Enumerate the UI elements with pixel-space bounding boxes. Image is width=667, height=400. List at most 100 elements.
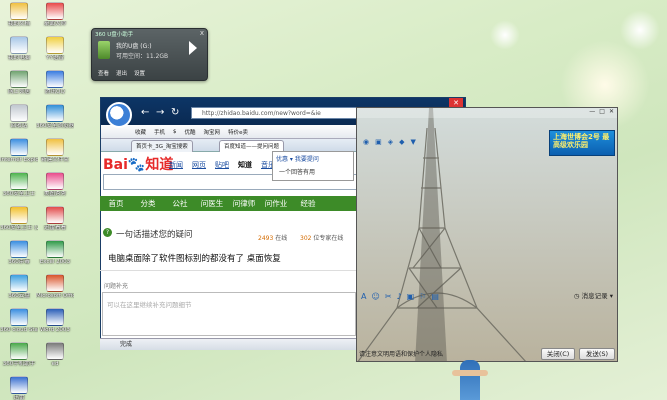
flag-icon[interactable]: ⚐	[419, 292, 426, 301]
dropdown-sub[interactable]: 一个回答有用	[273, 165, 353, 178]
image-icon[interactable]: ▣	[407, 292, 415, 301]
more-icon[interactable]: ▤	[431, 292, 439, 301]
disk-name: 我的U盘 (G:)	[116, 43, 152, 50]
desktop-icon[interactable]: 网上邻居	[0, 70, 38, 95]
desktop-icon[interactable]: 360安全卫士	[0, 172, 38, 197]
toolbar-icon[interactable]: ◈	[388, 138, 393, 146]
desktop-icon[interactable]: 360安全浏览器	[36, 104, 74, 129]
widget-exit-button[interactable]: 退出	[116, 69, 127, 77]
screenshot-icon[interactable]: ✂	[385, 292, 392, 301]
back-icon[interactable]: ←	[141, 107, 149, 118]
maximize-icon[interactable]: □	[599, 108, 605, 115]
nav-news[interactable]: 新闻	[169, 160, 183, 170]
minimize-icon[interactable]: —	[589, 108, 595, 115]
nav-community[interactable]: 公社	[164, 198, 196, 209]
desktop-icon[interactable]: Word 2003	[36, 308, 74, 333]
desktop-icon[interactable]: 桌面大师	[36, 2, 74, 27]
background-glow	[490, 20, 520, 50]
nav-home[interactable]: 首页	[100, 198, 132, 209]
question-icon: ?	[103, 228, 112, 237]
eject-arrow-icon[interactable]	[189, 41, 197, 55]
desktop-icon[interactable]: ed	[36, 342, 74, 367]
ad-banner[interactable]: 上海世博会2号 最高级欢乐园	[549, 130, 615, 156]
desktop-icon[interactable]: 360 cloud Start	[0, 308, 38, 333]
nav-zhidao[interactable]: 知道	[238, 160, 252, 170]
url-text: http://zhidao.baidu.com/new?word=&ie	[202, 110, 321, 117]
favorites-item[interactable]: 手机	[154, 128, 165, 136]
desktop-icon[interactable]: 腾讯QQ	[36, 70, 74, 95]
desktop-icon[interactable]: Excel 2003	[36, 240, 74, 265]
nav-homework[interactable]: 问作业	[260, 198, 292, 209]
browser-logo-icon[interactable]	[106, 102, 132, 128]
widget-view-button[interactable]: 查看	[98, 69, 109, 77]
desktop-icon-label: 腾讯QQ	[45, 89, 65, 95]
emoji-icon[interactable]: ☺	[371, 292, 379, 301]
supplement-textarea[interactable]: 可以在这里继续补充问题细节	[102, 292, 356, 336]
nav-category[interactable]: 分类	[132, 198, 164, 209]
message-record-label: 消息记录	[581, 292, 608, 300]
send-button[interactable]: 发送(S)	[579, 348, 615, 360]
nav-web[interactable]: 网页	[192, 160, 206, 170]
desktop-icon[interactable]: 我的电脑	[0, 36, 38, 61]
word-icon	[46, 308, 64, 326]
dropdown-main-label: 我要提问	[294, 156, 319, 163]
desktop-icon[interactable]: 美图秀秀	[36, 172, 74, 197]
wallpaper-figure	[452, 360, 488, 400]
desktop-icon[interactable]: 360杀毒	[0, 240, 38, 265]
desktop-icon[interactable]: 360云盘	[0, 274, 38, 299]
yy-icon	[46, 36, 64, 54]
desktop-icon-label: 360 cloud Start	[0, 327, 38, 333]
message-record-button[interactable]: ◷ 消息记录 ▾	[574, 290, 613, 300]
desktop-icon[interactable]: 360手机助手	[0, 342, 38, 367]
desktop-icon[interactable]: YY语音	[36, 36, 74, 61]
dropdown-main[interactable]: 优惠 ▾ 我要提问	[273, 152, 353, 165]
music-icon[interactable]: ♪	[397, 292, 402, 301]
usb-helper-widget[interactable]: 360 U盘小助手 x 我的U盘 (G:) 可用空间：11.2GB 查看 退出 …	[91, 28, 208, 81]
refresh-icon[interactable]: ↻	[171, 107, 179, 118]
expert-count: 302 位专家在线	[300, 233, 343, 242]
nav-tieba[interactable]: 贴吧	[215, 160, 229, 170]
toolbar-icon[interactable]: ◆	[399, 138, 404, 146]
toolbar-icon[interactable]: ▣	[375, 138, 382, 146]
desktop-icon[interactable]: 新建文件夹	[36, 138, 74, 163]
powerpoint-icon	[46, 274, 64, 292]
toolbar-icon[interactable]: ▼	[411, 138, 416, 146]
desktop-icon[interactable]: 迅雷	[0, 376, 38, 400]
desktop-icon-label: 360安全卫士 (2)	[0, 225, 38, 231]
font-icon[interactable]: A	[361, 292, 366, 301]
nav-ask-doctor[interactable]: 问医生	[196, 198, 228, 209]
desktop-icon-label: 360安全卫士	[2, 191, 36, 197]
phone-icon	[10, 342, 28, 360]
ie-icon	[10, 138, 28, 156]
desktop-icon-label: Microsoft Office Po...	[36, 293, 74, 299]
desktop-icon-label: 美图秀秀	[43, 191, 66, 197]
online-number: 2493	[258, 235, 274, 242]
close-button[interactable]: 关闭(C)	[541, 348, 575, 360]
widget-settings-button[interactable]: 设置	[134, 69, 145, 77]
desktop-icon-label: 新建文件夹	[41, 157, 69, 163]
desktop-icon[interactable]: 360安全卫士 (2)	[0, 206, 38, 231]
shield-icon	[10, 172, 28, 190]
tab-taobao[interactable]: 首页卡_3G_淘宝搜索	[131, 140, 193, 152]
favorites-item[interactable]: 特价e卖	[228, 128, 248, 136]
desktop-icon-label: Word 2003	[40, 327, 70, 333]
nav-ask-lawyer[interactable]: 问律师	[228, 198, 260, 209]
dropdown-popup[interactable]: 优惠 ▾ 我要提问 一个回答有用	[272, 151, 354, 181]
toolbar-icon[interactable]: ◉	[363, 138, 369, 146]
favorites-item[interactable]: 收藏	[135, 128, 146, 136]
desktop-icon[interactable]: 迅雷看看	[36, 206, 74, 231]
desktop-icon[interactable]: Internet Explorer	[0, 138, 38, 163]
close-icon[interactable]: ✕	[609, 108, 614, 115]
desktop-icon[interactable]: 我的文档	[0, 2, 38, 27]
forward-icon[interactable]: →	[156, 107, 164, 118]
desktop-icon[interactable]: 回收站	[0, 104, 38, 129]
favorites-item[interactable]: $	[173, 129, 177, 135]
expert-label: 位专家在线	[313, 235, 344, 242]
question-title-input[interactable]: 电脑桌面除了软件图标别的都没有了 桌面恢复	[108, 252, 281, 264]
favorites-item[interactable]: 优酷	[185, 128, 196, 136]
desktop-icon[interactable]: Microsoft Office Po...	[36, 274, 74, 299]
baidu-logo[interactable]: Bai🐾知道	[103, 154, 173, 174]
favorites-item[interactable]: 淘宝网	[204, 128, 221, 136]
nav-experience[interactable]: 经验	[292, 198, 324, 209]
close-icon[interactable]: x	[200, 29, 204, 37]
